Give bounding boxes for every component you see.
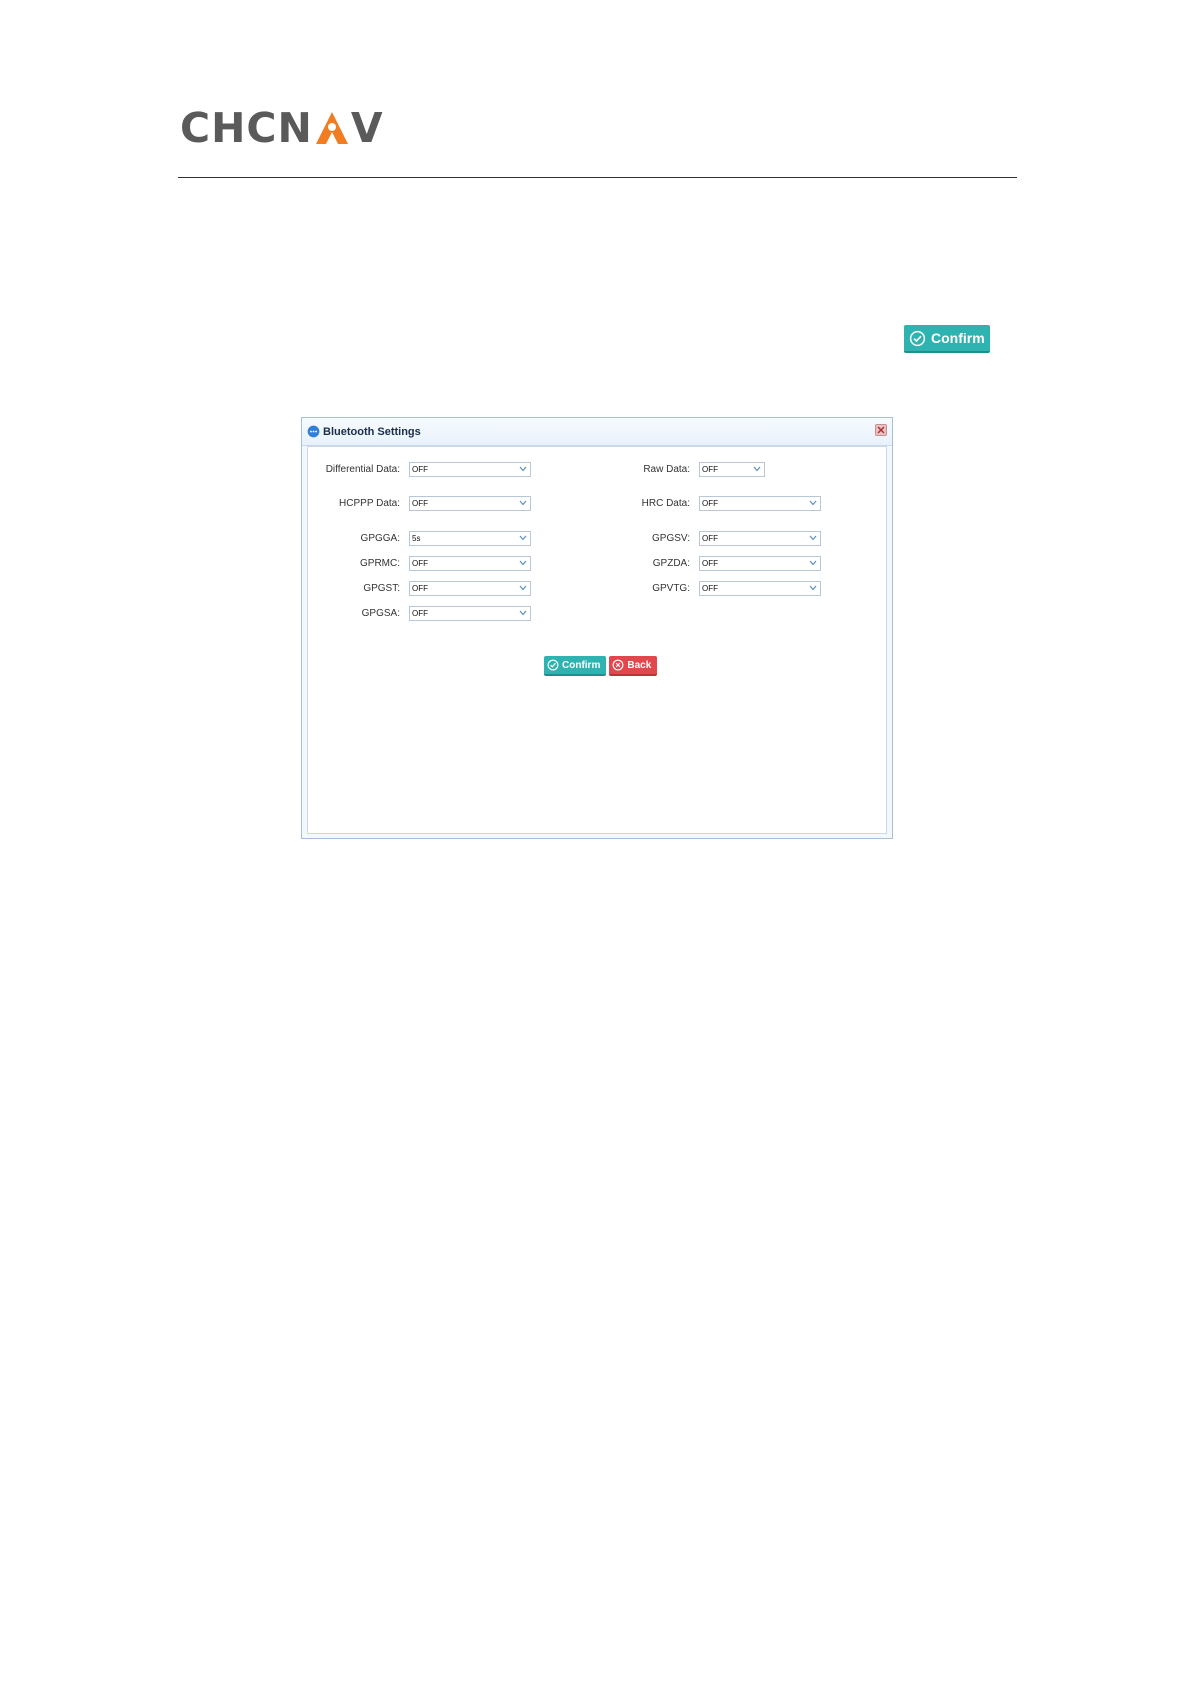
- raw-data-value: OFF: [702, 465, 718, 474]
- gprmc-label-text: GPRMC:: [360, 558, 400, 569]
- x-circle-icon: [612, 659, 624, 671]
- gpvtg-label: GPVTG:: [578, 581, 690, 596]
- gpgga-value: 5s: [412, 534, 421, 543]
- hrc-data-label: HRC Data:: [578, 496, 690, 511]
- chevron-down-icon: [809, 585, 817, 591]
- hcppp-data-label: HCPPP Data:: [308, 496, 400, 511]
- confirm-button-illustration[interactable]: Confirm: [904, 325, 990, 353]
- dialog-header: Bluetooth Settings: [302, 418, 892, 446]
- logo-text-right: V: [350, 104, 384, 152]
- chevron-down-icon: [519, 585, 527, 591]
- gprmc-label: GPRMC:: [308, 556, 400, 571]
- dialog-title: Bluetooth Settings: [323, 425, 421, 438]
- gpgsa-label: GPGSA:: [308, 606, 400, 621]
- chevron-down-icon: [809, 500, 817, 506]
- close-icon: [877, 426, 885, 434]
- chat-bubble-icon: [307, 425, 320, 438]
- hrc-data-select[interactable]: OFF: [699, 496, 821, 511]
- bluetooth-settings-dialog: Bluetooth Settings Differential Data: OF…: [301, 417, 893, 839]
- gprmc-value: OFF: [412, 559, 428, 568]
- gpgsv-label: GPGSV:: [578, 531, 690, 546]
- gpgsa-label-text: GPGSA:: [361, 608, 400, 619]
- gpzda-select[interactable]: OFF: [699, 556, 821, 571]
- hcppp-data-label-text: HCPPP Data:: [339, 498, 400, 509]
- raw-data-label-text: Raw Data:: [643, 464, 690, 475]
- chevron-down-icon: [519, 535, 527, 541]
- gpvtg-value: OFF: [702, 584, 718, 593]
- dialog-confirm-label: Confirm: [562, 659, 601, 671]
- dialog-body: Differential Data: OFF HCPPP Data: OFF G…: [307, 446, 887, 834]
- dialog-back-label: Back: [627, 659, 652, 671]
- gpvtg-select[interactable]: OFF: [699, 581, 821, 596]
- gpzda-value: OFF: [702, 559, 718, 568]
- chevron-down-icon: [519, 500, 527, 506]
- gpgst-select[interactable]: OFF: [409, 581, 531, 596]
- gpgga-label-text: GPGGA:: [360, 533, 400, 544]
- gpgst-label-text: GPGST:: [363, 583, 400, 594]
- logo-text-left: CHCN: [180, 104, 313, 152]
- raw-data-label: Raw Data:: [578, 462, 690, 477]
- gpgsa-select[interactable]: OFF: [409, 606, 531, 621]
- chevron-down-icon: [809, 560, 817, 566]
- gpzda-label: GPZDA:: [578, 556, 690, 571]
- dialog-actions: Confirm Back: [544, 656, 658, 676]
- gpvtg-label-text: GPVTG:: [652, 583, 690, 594]
- gprmc-select[interactable]: OFF: [409, 556, 531, 571]
- header-rule: [178, 177, 1017, 178]
- chevron-down-icon: [809, 535, 817, 541]
- differential-data-select[interactable]: OFF: [409, 462, 531, 477]
- close-button[interactable]: [875, 424, 887, 436]
- chevron-down-icon: [519, 560, 527, 566]
- chevron-down-icon: [519, 466, 527, 472]
- gpgst-value: OFF: [412, 584, 428, 593]
- differential-data-label: Differential Data:: [308, 462, 400, 477]
- gpgsv-select[interactable]: OFF: [699, 531, 821, 546]
- confirm-button-label: Confirm: [931, 330, 985, 346]
- dialog-back-button[interactable]: Back: [609, 656, 658, 676]
- hrc-data-value: OFF: [702, 499, 718, 508]
- hcppp-data-select[interactable]: OFF: [409, 496, 531, 511]
- check-circle-icon: [547, 659, 559, 671]
- logo-a-marker-icon: [315, 112, 348, 144]
- gpgga-select[interactable]: 5s: [409, 531, 531, 546]
- raw-data-select[interactable]: OFF: [699, 462, 765, 477]
- hrc-data-label-text: HRC Data:: [641, 498, 690, 509]
- chcnav-logo: CHCN V: [180, 104, 384, 152]
- gpgsv-label-text: GPGSV:: [652, 533, 690, 544]
- gpgsv-value: OFF: [702, 534, 718, 543]
- gpgst-label: GPGST:: [308, 581, 400, 596]
- chevron-down-icon: [519, 610, 527, 616]
- gpgsa-value: OFF: [412, 609, 428, 618]
- chevron-down-icon: [753, 466, 761, 472]
- dialog-confirm-button[interactable]: Confirm: [544, 656, 607, 676]
- differential-data-label-text: Differential Data:: [325, 464, 400, 475]
- check-circle-icon: [909, 330, 926, 346]
- gpzda-label-text: GPZDA:: [652, 558, 690, 569]
- gpgga-label: GPGGA:: [308, 531, 400, 546]
- hcppp-data-value: OFF: [412, 499, 428, 508]
- differential-data-value: OFF: [412, 465, 428, 474]
